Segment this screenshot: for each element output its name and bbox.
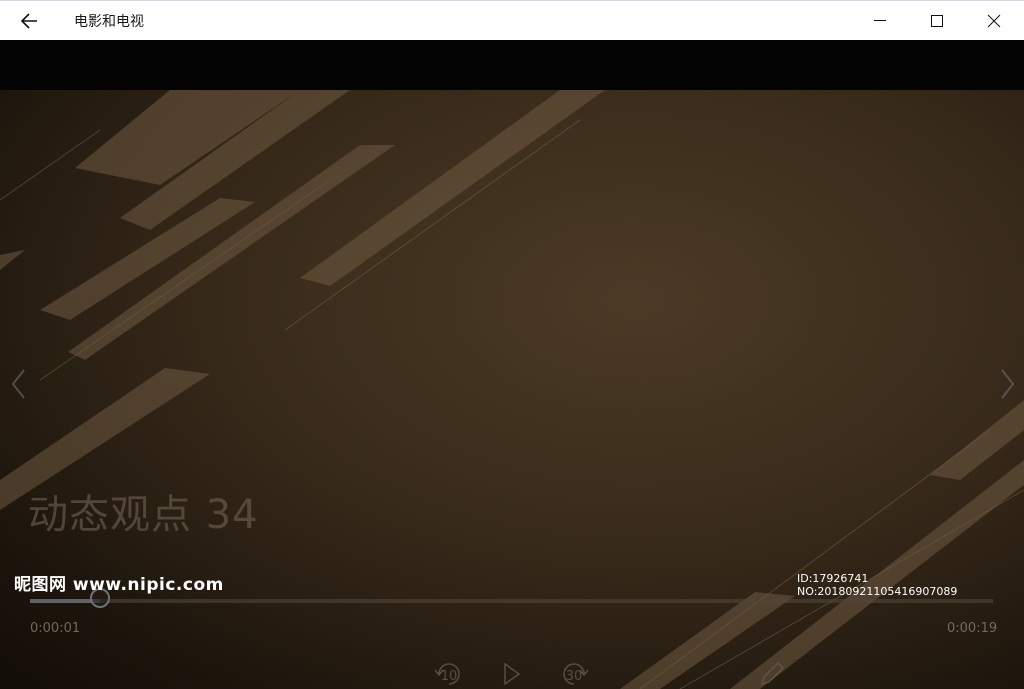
previous-button[interactable]: [8, 364, 32, 404]
rewind-label: 10: [440, 669, 458, 684]
title-bar: 电影和电视: [0, 0, 1024, 40]
chevron-right-icon: [1001, 369, 1015, 399]
next-button[interactable]: [994, 364, 1018, 404]
arrow-left-icon: [20, 13, 37, 29]
back-button[interactable]: [12, 5, 48, 37]
watermark-right: ID:17926741 NO:20180921105416907089: [797, 572, 958, 598]
watermark-left: 昵图网 www.nipic.com: [14, 575, 224, 595]
pencil-icon: [760, 661, 785, 686]
close-button[interactable]: [971, 5, 1017, 37]
close-icon: [987, 14, 1001, 28]
video-title-overlay: 动态观点 34: [28, 492, 259, 538]
window-title: 电影和电视: [74, 14, 144, 30]
maximize-icon: [931, 15, 943, 27]
letterbox-bar: [0, 40, 1024, 90]
elapsed-time: 0:00:01: [30, 621, 81, 636]
play-button[interactable]: [493, 658, 529, 689]
forward-button[interactable]: 30: [556, 658, 592, 689]
maximize-button[interactable]: [914, 5, 960, 37]
video-frame[interactable]: 动态观点 34 0:00:01 0:00:19 10 30: [0, 90, 1024, 689]
edit-button[interactable]: [754, 658, 790, 689]
minimize-button[interactable]: [857, 5, 903, 37]
total-time: 0:00:19: [947, 621, 998, 636]
play-icon: [504, 662, 521, 686]
chevron-left-icon: [11, 369, 25, 399]
playback-controls: 10 30: [0, 658, 1024, 689]
forward-label: 30: [565, 669, 583, 684]
seek-bar[interactable]: [30, 588, 993, 608]
rewind-button[interactable]: 10: [431, 658, 467, 689]
minimize-icon: [874, 20, 886, 21]
